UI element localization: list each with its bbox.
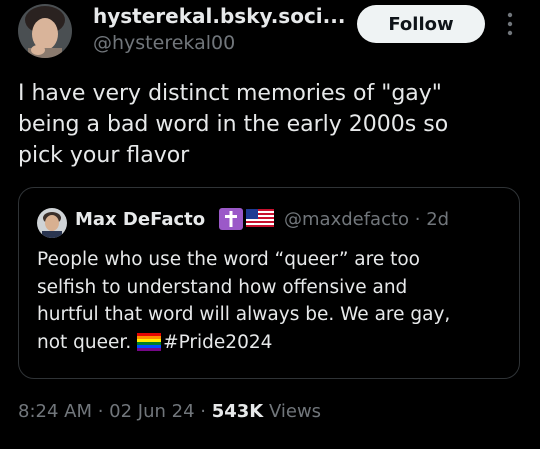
tweet-timestamp[interactable]: 8:24 AM · 02 Jun 24 · xyxy=(18,401,212,422)
quoted-author-display-name[interactable]: Max DeFacto xyxy=(75,209,205,230)
quoted-text-fragment: not queer. xyxy=(37,331,132,353)
tweet-text-line: I have very distinct memories of "gay" xyxy=(18,81,442,106)
hashtag-link[interactable]: #Pride2024 xyxy=(163,332,272,353)
more-vertical-icon[interactable] xyxy=(504,11,516,37)
tweet-detail: hysterekal.bsky.soci... @hysterekal00 Fo… xyxy=(0,0,540,449)
us-flag-emoji-icon xyxy=(246,209,274,227)
quoted-text-line: not queer. #Pride2024 xyxy=(37,329,507,357)
user-avatar-icon xyxy=(18,4,72,58)
quoted-text-line: hurtful that word will always be. We are… xyxy=(37,304,451,325)
quoted-tweet-text: People who use the word “queer” are too … xyxy=(37,246,507,356)
cross-emoji-icon xyxy=(219,208,243,230)
quoted-text-line: People who use the word “queer” are too xyxy=(37,249,420,270)
user-avatar-icon xyxy=(37,208,67,238)
quoted-author-handle[interactable]: @maxdefacto · 2d xyxy=(284,209,449,230)
tweet-meta: 8:24 AM · 02 Jun 24 · 543K Views xyxy=(18,401,321,422)
views-label: Views xyxy=(263,401,322,422)
rainbow-flag-emoji-icon xyxy=(137,332,162,351)
author-avatar[interactable] xyxy=(18,4,72,58)
quoted-tweet[interactable]: Max DeFacto @maxdefacto · 2d People who … xyxy=(18,187,520,379)
tweet-text-line: pick your flavor xyxy=(18,143,190,168)
follow-button[interactable]: Follow xyxy=(357,5,485,43)
tweet-text-line: being a bad word in the early 2000s so xyxy=(18,112,449,137)
quoted-author-avatar[interactable] xyxy=(37,208,67,238)
quoted-text-line: selfish to understand how offensive and xyxy=(37,276,408,298)
tweet-text: I have very distinct memories of "gay" b… xyxy=(18,78,518,171)
views-count[interactable]: 543K xyxy=(212,401,264,422)
quoted-author-badges xyxy=(219,208,274,230)
author-display-name[interactable]: hysterekal.bsky.soci... xyxy=(93,4,345,28)
author-handle[interactable]: @hysterekal00 xyxy=(93,32,235,54)
